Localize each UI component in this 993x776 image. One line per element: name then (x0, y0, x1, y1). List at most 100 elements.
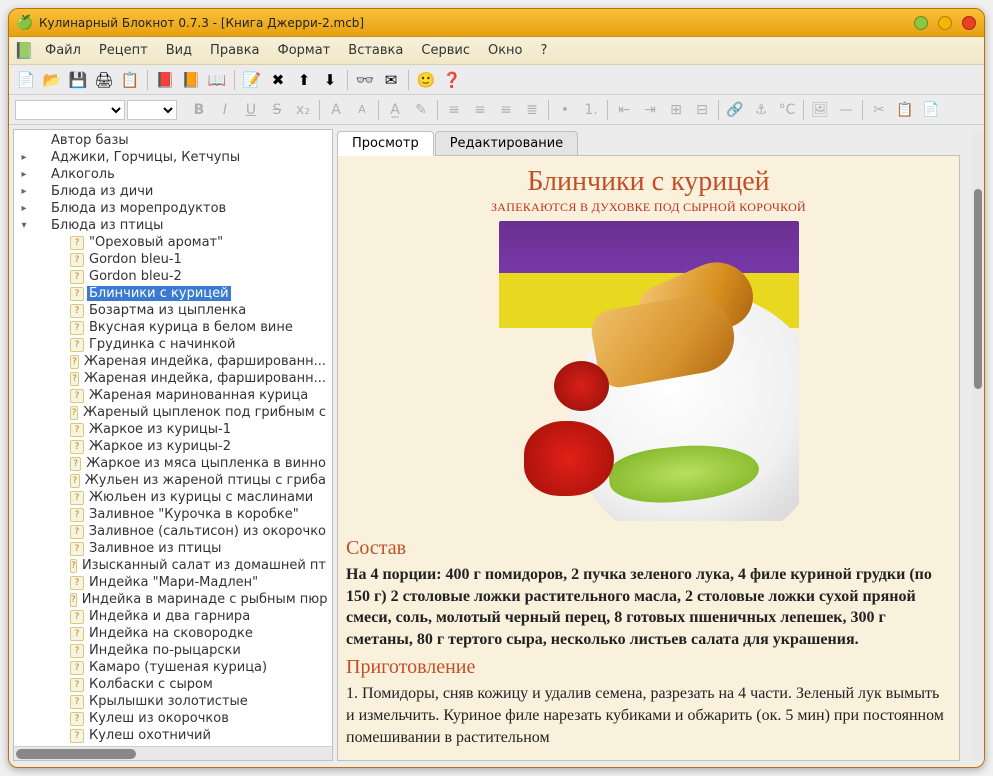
outdent-button[interactable]: ⇤ (612, 99, 636, 121)
menu-edit[interactable]: Правка (202, 40, 267, 61)
paste-button[interactable]: 📄 (919, 99, 943, 121)
tree-recipe[interactable]: ?Крылышки золотистые (14, 693, 332, 710)
strike-button[interactable]: S (265, 99, 289, 121)
tree-recipe[interactable]: ?Камаро (тушеная курица) (14, 659, 332, 676)
save-icon[interactable]: 💾 (67, 69, 89, 91)
clipboard-icon[interactable]: 📋 (119, 69, 141, 91)
highlight-button[interactable]: ✎ (409, 99, 433, 121)
edit-icon[interactable]: 📝 (241, 69, 263, 91)
tree-recipe[interactable]: ?Индейка и два гарнира (14, 608, 332, 625)
menu-view[interactable]: Вид (158, 40, 200, 61)
align-justify-button[interactable]: ≣ (520, 99, 544, 121)
vscroll-thumb[interactable] (974, 189, 982, 389)
tree-recipe[interactable]: ?"Ореховый аромат" (14, 234, 332, 251)
font-combo[interactable] (15, 100, 125, 120)
tree-recipe[interactable]: ?Грудинка с начинкой (14, 336, 332, 353)
book3-icon[interactable]: 📖 (206, 69, 228, 91)
tree-recipe[interactable]: ?Заливное "Курочка в коробке" (14, 506, 332, 523)
tab-preview[interactable]: Просмотр (337, 131, 434, 156)
tree-recipe[interactable]: ?Индейка на сковородке (14, 625, 332, 642)
menu-insert[interactable]: Вставка (340, 40, 411, 61)
tree-category[interactable]: Автор базы (14, 132, 332, 149)
open-icon[interactable]: 📂 (41, 69, 63, 91)
tree-category[interactable]: ▾Блюда из птицы (14, 217, 332, 234)
maximize-button[interactable] (938, 16, 952, 30)
delete-icon[interactable]: ✖ (267, 69, 289, 91)
subscript-button[interactable]: x₂ (291, 99, 315, 121)
book2-icon[interactable]: 📙 (180, 69, 202, 91)
tree-recipe[interactable]: ?Жаркое из курицы-2 (14, 438, 332, 455)
up-icon[interactable]: ⬆ (293, 69, 315, 91)
hr-button[interactable]: — (834, 99, 858, 121)
tree-recipe[interactable]: ?Вкусная курица в белом вине (14, 319, 332, 336)
link-button[interactable]: 🔗 (723, 99, 747, 121)
tree-recipe[interactable]: ?Gordon bleu-2 (14, 268, 332, 285)
new-icon[interactable]: 📄 (15, 69, 37, 91)
bold-button[interactable]: B (187, 99, 211, 121)
font-bigger-button[interactable]: A (324, 99, 348, 121)
smile-icon[interactable]: 🙂 (415, 69, 437, 91)
preview-pane[interactable]: Блинчики с курицей ЗАПЕКАЮТСЯ В ДУХОВКЕ … (337, 155, 960, 761)
tree-recipe[interactable]: ?Блинчики с курицей (14, 285, 332, 302)
align-right-button[interactable]: ≡ (494, 99, 518, 121)
tree-recipe[interactable]: ?Жареная индейка, фаршированн... (14, 353, 332, 370)
minimize-button[interactable] (914, 16, 928, 30)
italic-button[interactable]: I (213, 99, 237, 121)
table-remove-button[interactable]: ⊟ (690, 99, 714, 121)
tree-recipe[interactable]: ?Жареная индейка, фаршированн... (14, 370, 332, 387)
help-icon[interactable]: ❓ (441, 69, 463, 91)
tree-category[interactable]: ▸Блюда из дичи (14, 183, 332, 200)
tree-hscroll[interactable] (14, 746, 332, 760)
menu-service[interactable]: Сервис (413, 40, 478, 61)
table-insert-button[interactable]: ⊞ (664, 99, 688, 121)
image-button[interactable]: 🖼 (808, 99, 832, 121)
close-button[interactable] (962, 16, 976, 30)
tree-recipe[interactable]: ?Gordon bleu-1 (14, 251, 332, 268)
menu-recipe[interactable]: Рецепт (91, 40, 156, 61)
align-center-button[interactable]: ≡ (468, 99, 492, 121)
bullet-list-button[interactable]: • (553, 99, 577, 121)
tree-recipe[interactable]: ?Кулеш охотничий (14, 727, 332, 744)
down-icon[interactable]: ⬇ (319, 69, 341, 91)
menu-file[interactable]: Файл (37, 40, 89, 61)
tree-recipe[interactable]: ?Кулеш из окорочков (14, 710, 332, 727)
tree-category[interactable]: ▸Блюда из морепродуктов (14, 200, 332, 217)
anchor-button[interactable]: ⚓ (749, 99, 773, 121)
tree-scroll[interactable]: Автор базы▸Аджики, Горчицы, Кетчупы▸Алко… (14, 130, 332, 746)
book1-icon[interactable]: 📕 (154, 69, 176, 91)
hscroll-thumb[interactable] (16, 749, 136, 759)
font-color-button[interactable]: A̲ (383, 99, 407, 121)
outer-vscroll[interactable] (972, 129, 984, 761)
tree-recipe[interactable]: ?Бозартма из цыпленка (14, 302, 332, 319)
size-combo[interactable] (127, 100, 177, 120)
tree-recipe[interactable]: ?Индейка по-рыцарски (14, 642, 332, 659)
menu-window[interactable]: Окно (480, 40, 531, 61)
tree-recipe[interactable]: ?Жаркое из мяса цыпленка в винно (14, 455, 332, 472)
tree-recipe[interactable]: ?Заливное из птицы (14, 540, 332, 557)
menu-format[interactable]: Формат (270, 40, 339, 61)
tree-recipe[interactable]: ?Жареная маринованная курица (14, 387, 332, 404)
tree-category[interactable]: ▸Аджики, Горчицы, Кетчупы (14, 149, 332, 166)
tree-category[interactable]: ▸Алкоголь (14, 166, 332, 183)
find-icon[interactable]: 👓 (354, 69, 376, 91)
font-smaller-button[interactable]: A (350, 99, 374, 121)
tree-recipe[interactable]: ?Индейка в маринаде с рыбным пюр (14, 591, 332, 608)
tree-recipe[interactable]: ?Жаркое из курицы-1 (14, 421, 332, 438)
copy-button[interactable]: 📋 (893, 99, 917, 121)
tree-recipe[interactable]: ?Индейка "Мари-Мадлен" (14, 574, 332, 591)
tree-recipe[interactable]: ?Жюльен из курицы с маслинами (14, 489, 332, 506)
tree-recipe[interactable]: ?Заливное (сальтисон) из окорочко (14, 523, 332, 540)
mail-icon[interactable]: ✉ (380, 69, 402, 91)
menu-help[interactable]: ? (533, 40, 556, 61)
print-icon[interactable]: 🖨 (93, 69, 115, 91)
align-left-button[interactable]: ≡ (442, 99, 466, 121)
number-list-button[interactable]: 1. (579, 99, 603, 121)
tab-edit[interactable]: Редактирование (435, 131, 578, 155)
tree-recipe[interactable]: ?Жареный цыпленок под грибным с (14, 404, 332, 421)
cut-button[interactable]: ✂ (867, 99, 891, 121)
underline-button[interactable]: U (239, 99, 263, 121)
tree-recipe[interactable]: ?Жульен из жареной птицы с гриба (14, 472, 332, 489)
indent-button[interactable]: ⇥ (638, 99, 662, 121)
tree-recipe[interactable]: ?Изысканный салат из домашней пт (14, 557, 332, 574)
degree-button[interactable]: °C (775, 99, 799, 121)
